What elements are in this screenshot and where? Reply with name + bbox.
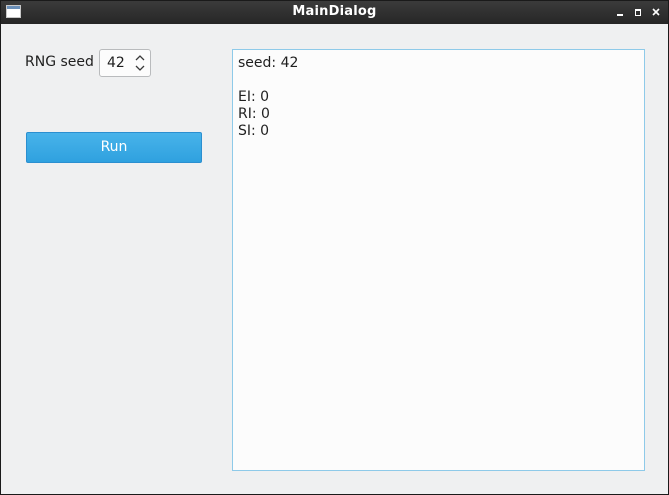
output-line-seed: seed: 42 [238,55,299,71]
maximize-icon[interactable] [631,5,645,19]
rng-seed-value[interactable]: 42 [107,55,125,71]
chevron-down-icon [135,65,145,71]
output-line-blank [238,72,639,89]
rng-seed-spinbox[interactable]: 42 [99,49,151,77]
title-bar[interactable]: MainDialog [1,1,668,24]
run-button[interactable]: Run [26,132,202,163]
close-icon[interactable] [649,5,663,19]
close-glyph [652,8,660,16]
spin-arrows[interactable] [134,53,146,73]
window-title: MainDialog [292,4,377,19]
output-text-area[interactable]: seed: 42 EI: 0 RI: 0 SI: 0 [232,49,645,471]
rng-seed-label: RNG seed [25,54,94,70]
chevron-up-icon [135,55,145,61]
main-dialog-window: MainDialog RNG seed 42 Run seed: 42 EI: … [0,0,669,495]
output-line-si: SI: 0 [238,123,270,139]
minimize-icon[interactable] [613,5,627,19]
output-line-ei: EI: 0 [238,89,270,105]
output-line-ri: RI: 0 [238,106,270,122]
